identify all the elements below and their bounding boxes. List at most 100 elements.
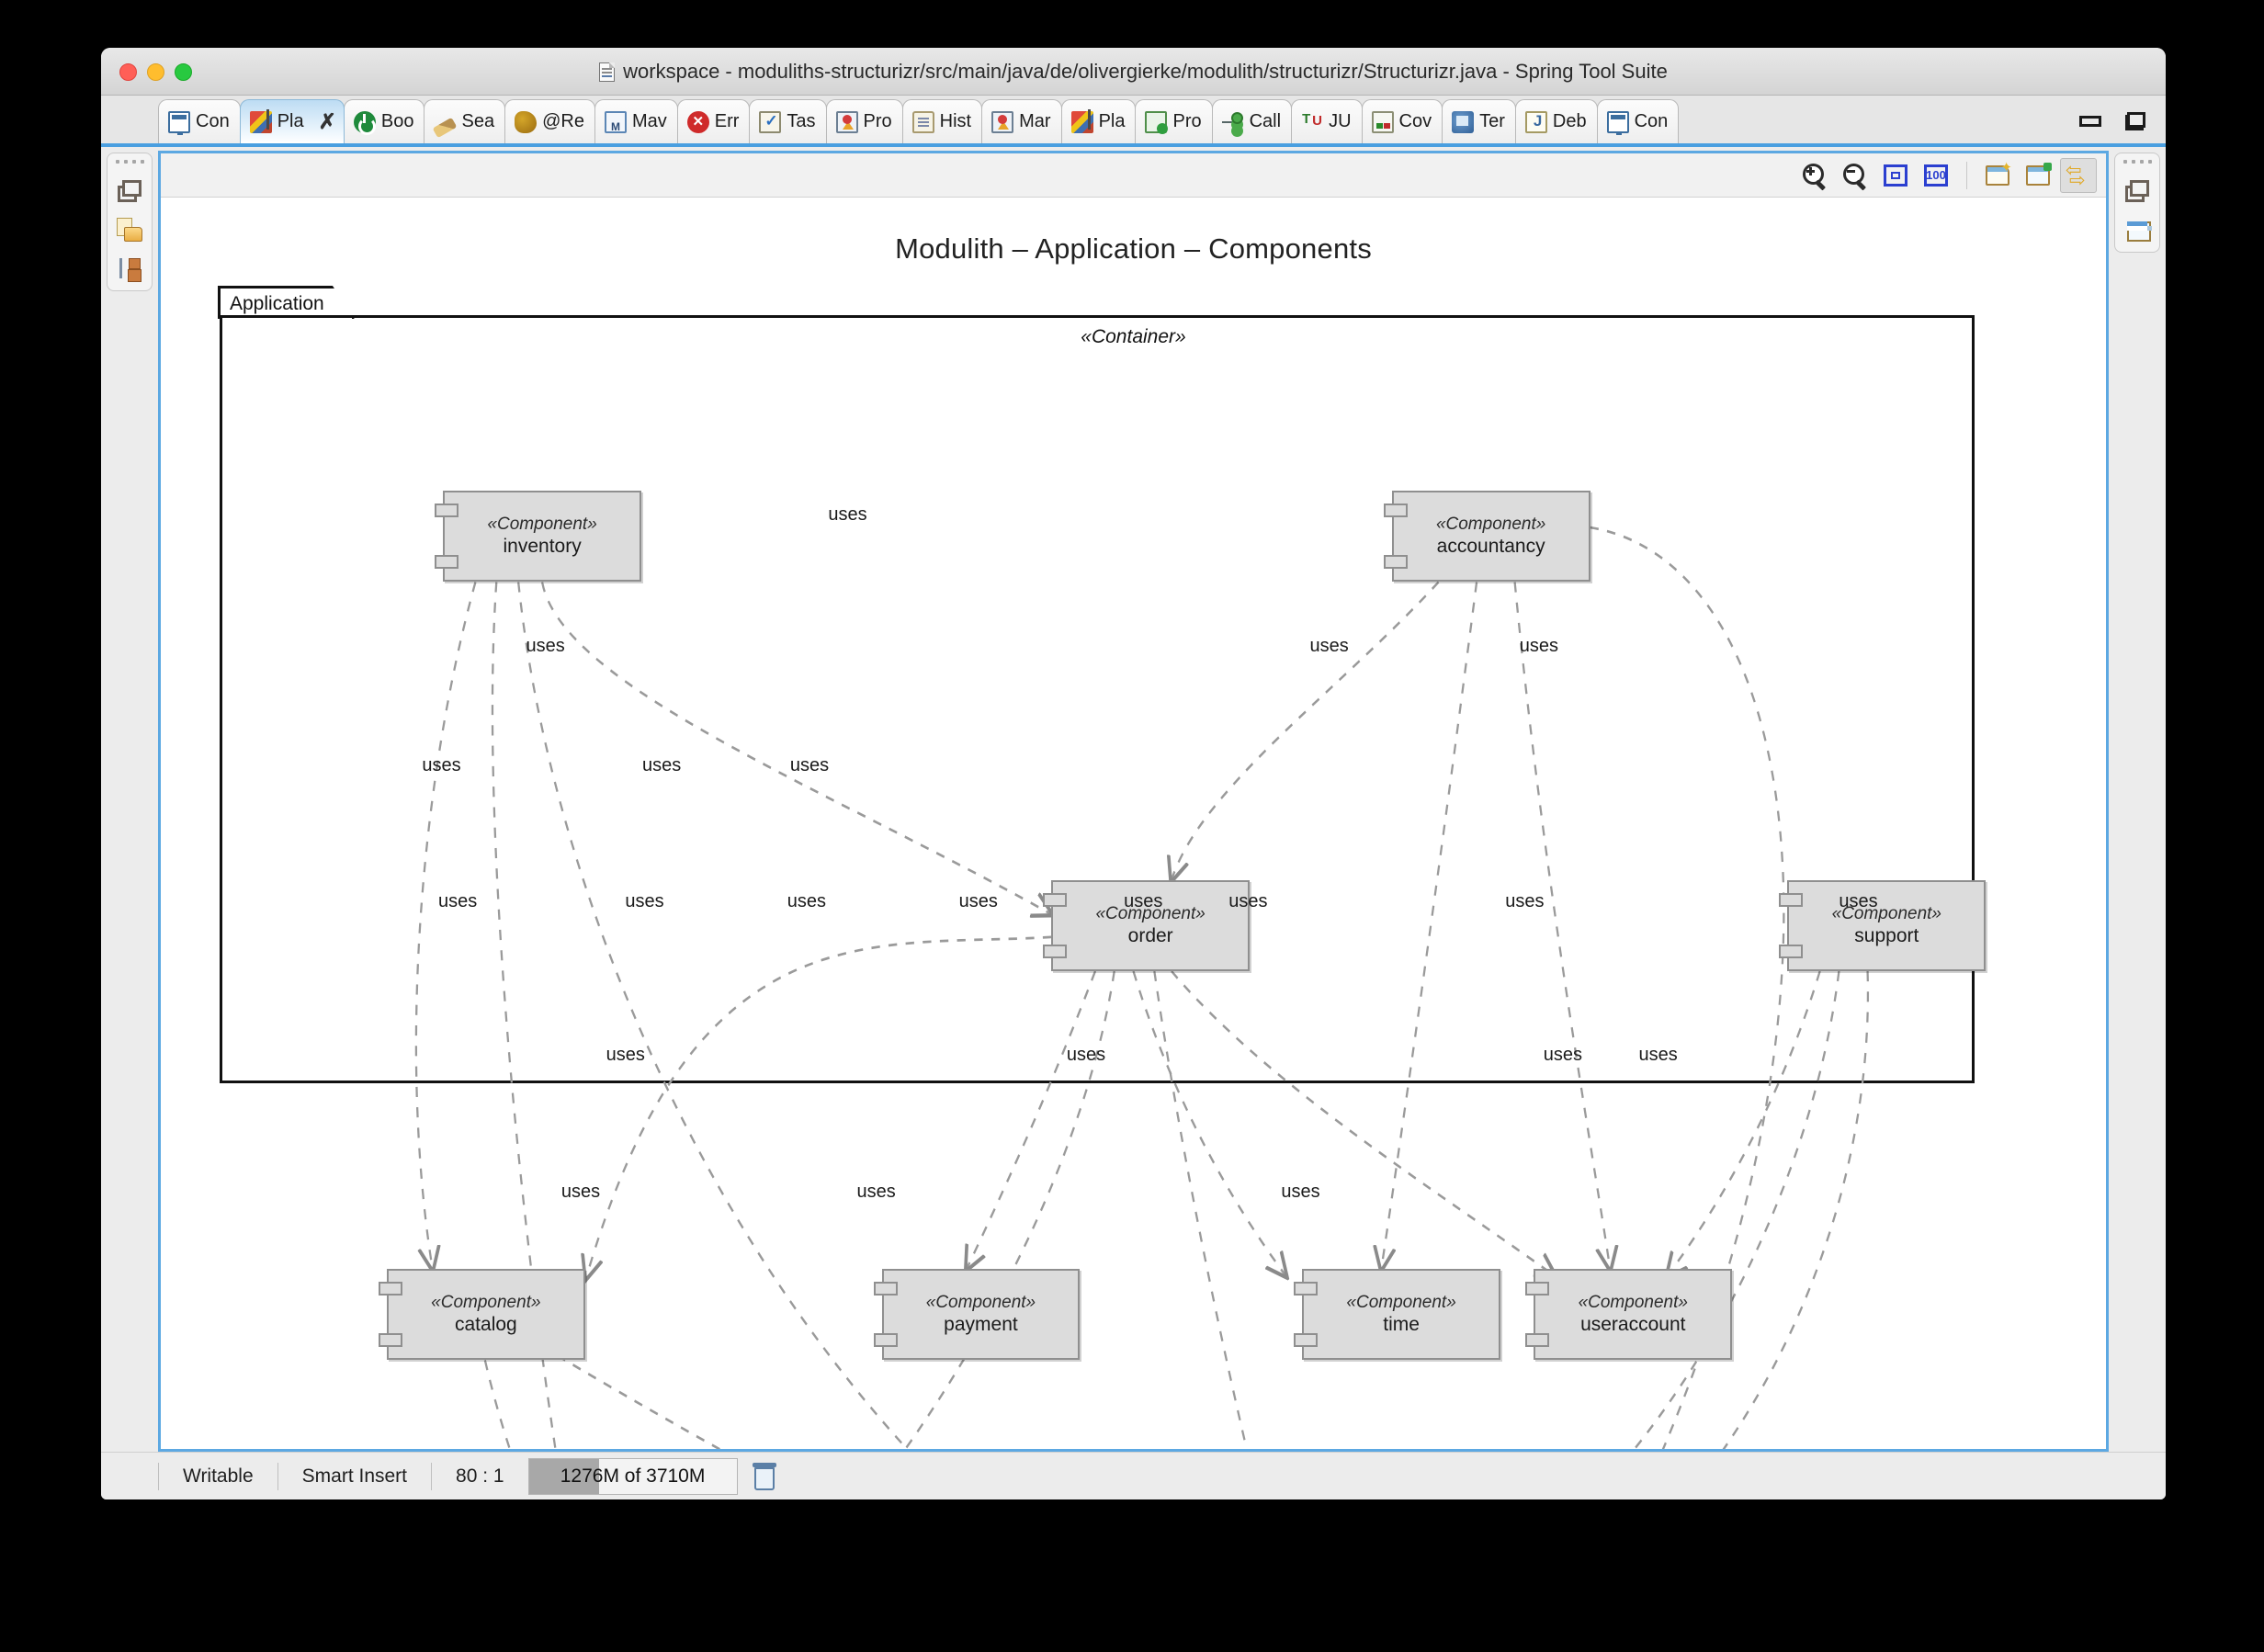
relationship-label-uses: uses	[560, 1182, 601, 1203]
view-tab-hist-9[interactable]: Hist	[901, 99, 983, 143]
view-tab-call-13[interactable]: Call	[1211, 99, 1293, 143]
component-name: catalog	[455, 1314, 517, 1336]
console-icon	[1606, 110, 1629, 135]
view-tab-mav-5[interactable]: Mav	[594, 99, 678, 143]
view-tab-boo-2[interactable]: Boo	[343, 99, 425, 143]
toolbar-separator	[1966, 161, 1967, 189]
export-diagram-button[interactable]	[2020, 158, 2056, 193]
view-tab-deb-17[interactable]: Deb	[1514, 99, 1598, 143]
view-tab-label: Cov	[1398, 111, 1432, 131]
relationship-label-uses: uses	[642, 754, 682, 775]
relationship-edges	[414, 526, 1870, 1449]
component-useraccount[interactable]: «Component» useraccount	[1525, 1269, 1733, 1361]
component-payment[interactable]: «Component» payment	[873, 1269, 1081, 1361]
window-title: workspace - moduliths-structurizr/src/ma…	[623, 60, 1668, 83]
view-tab-label: Pla	[277, 111, 304, 131]
zoom-in-icon	[1803, 163, 1827, 187]
view-tab-label: Pro	[863, 111, 892, 131]
view-tab-con-18[interactable]: Con	[1596, 99, 1680, 143]
view-tab-label: Tas	[787, 111, 816, 131]
view-tab-ter-16[interactable]: Ter	[1442, 99, 1516, 143]
rail-drag-handle[interactable]	[115, 160, 144, 164]
fit-to-window-button[interactable]	[1877, 158, 1914, 193]
memory-indicator[interactable]: 1276M of 3710M	[527, 1457, 738, 1495]
zoom-in-button[interactable]	[1796, 158, 1833, 193]
view-tab-pro-8[interactable]: Pro	[825, 99, 903, 143]
view-tab-mar-10[interactable]: Mar	[981, 99, 1062, 143]
view-tab-@re-4[interactable]: @Re	[504, 99, 595, 143]
new-diagram-button[interactable]	[1979, 158, 2016, 193]
view-tab-pro-12[interactable]: Pro	[1135, 99, 1213, 143]
memory-label: 1276M of 3710M	[560, 1465, 706, 1487]
component-time[interactable]: «Component» time	[1294, 1269, 1501, 1361]
component-accountancy[interactable]: «Component» accountancy	[1383, 491, 1590, 583]
history-icon	[911, 110, 934, 133]
component-stereotype: «Component»	[1578, 1293, 1688, 1313]
view-tab-label: Con	[1634, 111, 1669, 131]
view-tab-sea-3[interactable]: Sea	[424, 99, 506, 143]
rail-drag-handle[interactable]	[2122, 160, 2152, 164]
progress-icon	[1145, 110, 1169, 134]
view-tab-label: Mav	[631, 111, 667, 131]
view-tab-con-0[interactable]: Con	[158, 99, 241, 143]
relationship-label-uses: uses	[606, 1045, 645, 1066]
view-tab-label: Hist	[939, 111, 972, 131]
error-log-icon	[686, 110, 709, 133]
view-tab-bar: Con Pla ✗ Boo Sea @Re Mav Err Tas Pro Hist Mar Pla Pr…	[101, 96, 2166, 147]
relationship-label-uses: uses	[437, 891, 478, 912]
restore-icon[interactable]	[2124, 178, 2150, 204]
relationship-label-uses: uses	[1638, 1045, 1678, 1066]
component-inventory[interactable]: «Component» inventory	[435, 491, 642, 583]
workbench-body: 100 Modulith – Application – Components …	[101, 147, 2166, 1452]
application-window: workspace - moduliths-structurizr/src/ma…	[101, 48, 2166, 1499]
markers-icon	[991, 110, 1014, 133]
view-tab-err-6[interactable]: Err	[676, 99, 751, 143]
view-tab-pla-1[interactable]: Pla ✗	[239, 99, 345, 143]
relationship-label-uses: uses	[1543, 1045, 1582, 1066]
relationship-label-uses: uses	[1309, 635, 1349, 656]
component-stereotype: «Component»	[487, 515, 597, 535]
zoom-100-button[interactable]: 100	[1918, 158, 1954, 193]
view-tab-cov-15[interactable]: Cov	[1361, 99, 1443, 143]
new-diagram-icon	[1986, 159, 2012, 186]
view-tab-ju-14[interactable]: JU	[1291, 99, 1363, 143]
outline-icon[interactable]	[117, 255, 142, 281]
debug-icon	[1524, 110, 1547, 133]
package-explorer-icon[interactable]	[117, 217, 142, 243]
component-name: support	[1854, 924, 1919, 946]
zoom-out-button[interactable]	[1837, 158, 1873, 193]
terminal-icon	[1452, 110, 1475, 133]
relationship-label-uses: uses	[958, 891, 998, 912]
sync-button[interactable]	[2060, 157, 2097, 193]
left-rail-card	[107, 153, 153, 291]
relationship-label-uses: uses	[1281, 1182, 1320, 1203]
view-tab-pla-11[interactable]: Pla	[1060, 99, 1137, 143]
status-bar: Writable Smart Insert 80 : 1 1276M of 37…	[101, 1452, 2166, 1499]
relationship-label-uses: uses	[856, 1182, 896, 1203]
component-support[interactable]: «Component» support	[1779, 879, 1987, 971]
title-bar: workspace - moduliths-structurizr/src/ma…	[101, 48, 2166, 96]
close-tab-icon[interactable]: ✗	[319, 111, 336, 132]
relationship-label-uses: uses	[1839, 891, 1878, 912]
view-tab-label: Con	[196, 111, 230, 131]
diagram-canvas[interactable]: Modulith – Application – Components Appl…	[161, 198, 2106, 1449]
maven-icon	[604, 110, 627, 133]
relationship-label-uses: uses	[787, 891, 827, 912]
component-catalog[interactable]: «Component» catalog	[378, 1269, 585, 1361]
view-tab-tas-7[interactable]: Tas	[749, 99, 827, 143]
spring-boot-icon	[353, 110, 376, 135]
maximize-view-icon[interactable]	[2125, 112, 2145, 130]
component-name: useraccount	[1580, 1314, 1686, 1336]
trash-icon[interactable]	[752, 1462, 776, 1490]
component-stereotype: «Component»	[1435, 515, 1546, 535]
junit-icon	[1301, 111, 1323, 133]
right-fast-view-rail	[2109, 147, 2166, 1452]
view-layout-icon[interactable]	[2124, 217, 2151, 243]
plantuml-icon	[249, 108, 272, 133]
restore-icon[interactable]	[117, 178, 142, 204]
view-tab-label: Pro	[1172, 111, 1202, 131]
minimize-view-icon[interactable]	[2079, 116, 2101, 127]
relationship-label-uses: uses	[1124, 891, 1163, 912]
view-tab-label: Pla	[1098, 111, 1126, 131]
relationship-label-uses: uses	[828, 504, 867, 526]
